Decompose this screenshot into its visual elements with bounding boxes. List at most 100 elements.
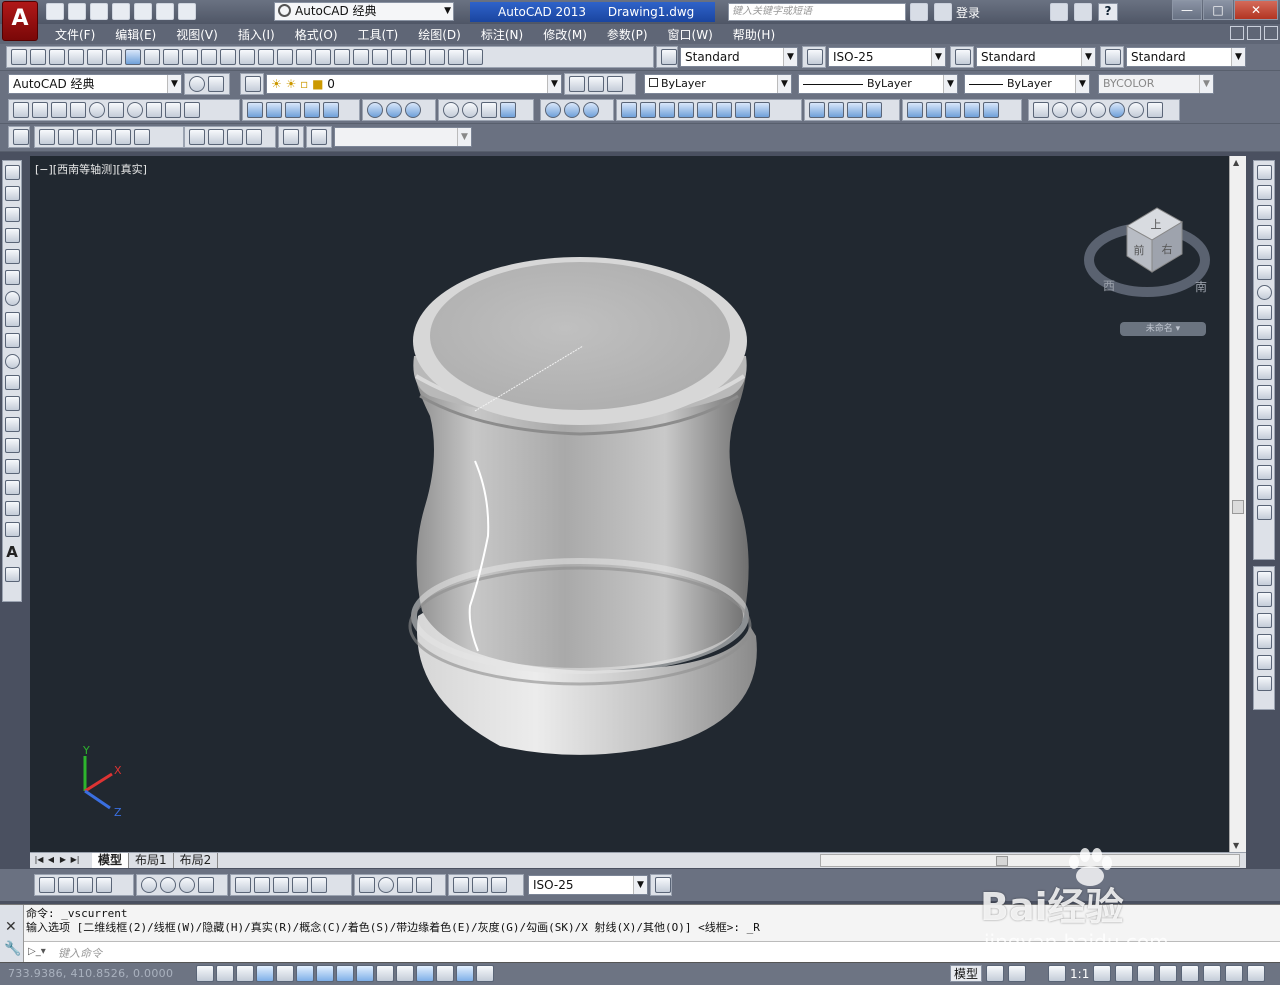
move-icon[interactable] xyxy=(1256,265,1272,280)
layout-tab[interactable]: 模型 xyxy=(92,853,130,868)
exchange-icon[interactable] xyxy=(1050,3,1068,21)
trim-icon[interactable] xyxy=(1256,345,1272,360)
fillet-icon[interactable] xyxy=(1256,465,1272,480)
publish-icon[interactable] xyxy=(106,49,122,65)
text-to-front-icon[interactable] xyxy=(1256,655,1272,670)
dim-edit-icon[interactable] xyxy=(453,877,469,893)
drawing-minimize-button[interactable] xyxy=(1230,26,1244,40)
3d-column-model[interactable] xyxy=(408,257,757,755)
stretch-icon[interactable] xyxy=(1256,325,1272,340)
scroll-down-icon[interactable]: ▼ xyxy=(1233,841,1239,850)
preview-icon[interactable] xyxy=(87,49,103,65)
object-snap-icon[interactable] xyxy=(296,965,314,982)
delete-faces-icon[interactable] xyxy=(678,102,694,118)
match-properties-icon[interactable] xyxy=(201,49,217,65)
menu-item[interactable]: 插入(I) xyxy=(238,26,275,43)
text-style-select[interactable]: Standard ▼ xyxy=(680,47,798,67)
menu-item[interactable]: 参数(P) xyxy=(607,26,648,43)
spline-icon[interactable] xyxy=(4,333,20,348)
break-icon[interactable] xyxy=(1256,405,1272,420)
isolate-objects-icon[interactable] xyxy=(1203,965,1222,982)
chamfer-icon[interactable] xyxy=(1256,445,1272,460)
workspace-select[interactable]: AutoCAD 经典 ▼ xyxy=(274,2,454,21)
table-style-icon[interactable] xyxy=(955,49,971,65)
ne-iso-icon[interactable] xyxy=(227,129,243,145)
dim-break-icon[interactable] xyxy=(311,877,327,893)
drawing-restore-button[interactable] xyxy=(1247,26,1261,40)
planar-surface-icon[interactable] xyxy=(184,102,200,118)
linetype-select[interactable]: ByLayer ▼ xyxy=(798,74,958,94)
model-space-button[interactable]: 模型 xyxy=(950,965,983,982)
dim-text-edit-icon[interactable] xyxy=(472,877,488,893)
markup-icon[interactable] xyxy=(429,49,445,65)
quick-view-drawings-icon[interactable] xyxy=(1008,965,1027,982)
make-current-icon[interactable] xyxy=(569,76,585,92)
se-iso-icon[interactable] xyxy=(208,129,224,145)
dynamic-input-icon[interactable] xyxy=(376,965,394,982)
menu-item[interactable]: 窗口(W) xyxy=(668,26,713,43)
construction-line-icon[interactable] xyxy=(4,186,20,201)
copy-icon[interactable] xyxy=(163,49,179,65)
close-icon[interactable]: ✕ xyxy=(5,919,17,935)
send-to-back-icon[interactable] xyxy=(1256,592,1272,607)
hidden-icon[interactable] xyxy=(1071,102,1087,118)
menu-item[interactable]: 编辑(E) xyxy=(115,26,156,43)
view-select[interactable]: ▼ xyxy=(334,127,472,147)
scroll-up-icon[interactable]: ▲ xyxy=(1233,158,1239,167)
minimize-button[interactable]: — xyxy=(1172,0,1202,20)
3d-align-icon[interactable] xyxy=(481,102,497,118)
plot-style-select[interactable]: BYCOLOR ▼ xyxy=(1098,74,1214,94)
menu-item[interactable]: 帮助(H) xyxy=(733,26,775,43)
transparency-icon[interactable] xyxy=(416,965,434,982)
wedge-icon[interactable] xyxy=(51,102,67,118)
toolbar-lock-icon[interactable] xyxy=(1159,965,1178,982)
send-under-icon[interactable] xyxy=(1256,634,1272,649)
help-button[interactable]: ? xyxy=(1098,3,1118,21)
blend-curves-icon[interactable] xyxy=(1256,485,1272,500)
dims-to-front-icon[interactable] xyxy=(1256,676,1272,691)
search-input[interactable]: 键入关键字或短语 xyxy=(728,3,906,21)
3d-dwf-icon[interactable] xyxy=(125,49,141,65)
insert-block-icon[interactable] xyxy=(4,396,20,411)
polyline-icon[interactable] xyxy=(4,207,20,222)
3d-wireframe-icon[interactable] xyxy=(1052,102,1068,118)
multileader-style-icon[interactable] xyxy=(1105,49,1121,65)
circle-icon[interactable] xyxy=(4,291,20,306)
lineweight-toggle-icon[interactable] xyxy=(396,965,414,982)
maximize-button[interactable]: □ xyxy=(1203,0,1233,20)
sweep-icon[interactable] xyxy=(285,102,301,118)
annotation-scale-icon[interactable] xyxy=(1048,965,1067,982)
ordinate-dim-icon[interactable] xyxy=(96,877,112,893)
3d-array-icon[interactable] xyxy=(500,102,516,118)
move-faces-icon[interactable] xyxy=(640,102,656,118)
shaded-icon[interactable] xyxy=(1128,102,1144,118)
application-menu-button[interactable]: A xyxy=(2,1,38,41)
menu-item[interactable]: 视图(V) xyxy=(176,26,218,43)
annotation-visibility-icon[interactable] xyxy=(1093,965,1112,982)
2d-wireframe-icon[interactable] xyxy=(1033,102,1049,118)
revcloud-icon[interactable] xyxy=(4,312,20,327)
command-prompt-icon[interactable]: ▷_▾ xyxy=(28,946,46,957)
multileader-style-select[interactable]: Standard ▼ xyxy=(1126,47,1246,67)
open-icon[interactable] xyxy=(68,3,86,20)
cut-icon[interactable] xyxy=(144,49,160,65)
navcube-ucs-menu[interactable]: 未命名 ▾ xyxy=(1120,322,1206,336)
clean-screen-icon[interactable] xyxy=(1247,965,1266,982)
union-icon[interactable] xyxy=(367,102,383,118)
torus-icon[interactable] xyxy=(127,102,143,118)
left-view-icon[interactable] xyxy=(77,129,93,145)
text-style-icon[interactable] xyxy=(661,49,677,65)
subtract-icon[interactable] xyxy=(386,102,402,118)
copy-faces-icon[interactable] xyxy=(735,102,751,118)
undo-icon[interactable] xyxy=(239,49,255,65)
command-input[interactable]: ▷_▾ 键入命令 xyxy=(24,941,1280,963)
prev-tab-icon[interactable]: ◀ xyxy=(46,854,56,866)
color-select[interactable]: ByLayer ▼ xyxy=(644,74,792,94)
right-view-icon[interactable] xyxy=(96,129,112,145)
zoom-previous-icon[interactable] xyxy=(334,49,350,65)
array-icon[interactable] xyxy=(1256,245,1272,260)
diameter-dim-icon[interactable] xyxy=(179,877,195,893)
dim-style-toolbar-select[interactable]: ISO-25 ▼ xyxy=(528,875,648,895)
infer-constraints-icon[interactable] xyxy=(196,965,214,982)
mirror-icon[interactable] xyxy=(1256,205,1272,220)
